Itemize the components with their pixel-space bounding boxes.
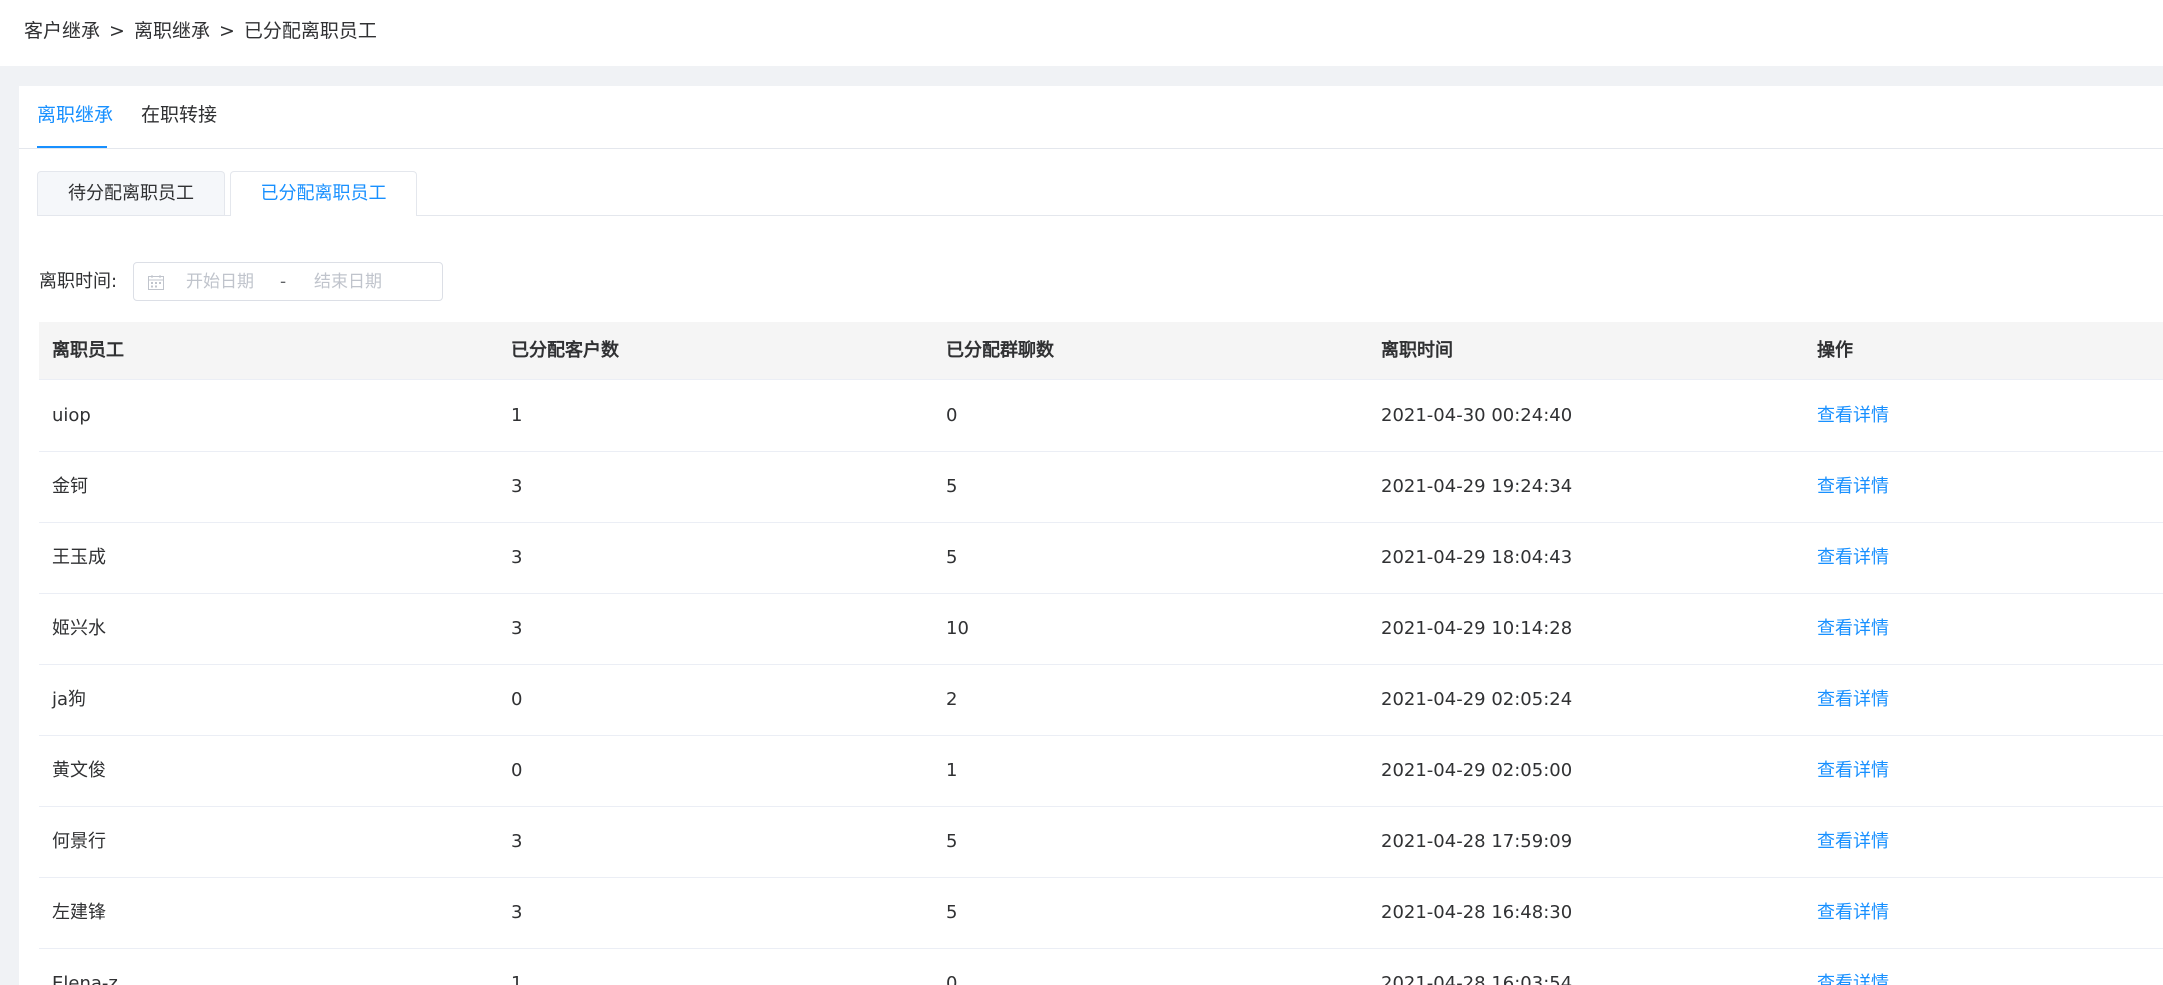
cell-resign-time: 2021-04-29 19:24:34 — [1381, 476, 1573, 497]
table-header: 离职员工 已分配客户数 已分配群聊数 离职时间 操作 — [39, 322, 2163, 380]
view-details-link[interactable]: 查看详情 — [1817, 877, 1889, 948]
cell-group-count: 2 — [946, 689, 958, 710]
cell-resign-time: 2021-04-28 16:03:54 — [1381, 973, 1573, 985]
cell-employee-name: ja狗 — [52, 689, 87, 710]
cell-resign-time: 2021-04-30 00:24:40 — [1381, 405, 1573, 426]
subtab-assigned-resigned-employees[interactable]: 已分配离职员工 — [230, 171, 417, 216]
column-header-employee: 离职员工 — [52, 340, 124, 361]
cell-customer-count: 3 — [511, 831, 523, 852]
column-header-customer-count: 已分配客户数 — [511, 340, 619, 361]
view-details-link[interactable]: 查看详情 — [1817, 451, 1889, 522]
cell-employee-name: 何景行 — [52, 831, 106, 852]
table-row: uiop 1 0 2021-04-30 00:24:40 查看详情 — [39, 380, 2163, 452]
cell-group-count: 0 — [946, 405, 958, 426]
table-row: 何景行 3 5 2021-04-28 17:59:09 查看详情 — [39, 806, 2163, 878]
cell-group-count: 5 — [946, 831, 958, 852]
main-tabs: 离职继承 在职转接 — [19, 86, 2163, 149]
start-date-input[interactable]: 开始日期 — [186, 271, 254, 293]
breadcrumb-separator: > — [218, 20, 235, 42]
cell-customer-count: 1 — [511, 405, 523, 426]
breadcrumb-item-resigned-inheritance[interactable]: 离职继承 — [134, 20, 210, 42]
cell-customer-count: 0 — [511, 760, 523, 781]
table-row: Elena-z 1 0 2021-04-28 16:03:54 查看详情 — [39, 948, 2163, 985]
view-details-link[interactable]: 查看详情 — [1817, 735, 1889, 806]
cell-resign-time: 2021-04-28 17:59:09 — [1381, 831, 1573, 852]
cell-employee-name: Elena-z — [52, 973, 118, 985]
active-tab-indicator — [37, 146, 107, 148]
breadcrumb-item-customer-inheritance[interactable]: 客户继承 — [24, 20, 100, 42]
view-details-link[interactable]: 查看详情 — [1817, 522, 1889, 593]
tab-on-job-transfer[interactable]: 在职转接 — [141, 102, 217, 128]
view-details-link[interactable]: 查看详情 — [1817, 806, 1889, 877]
cell-customer-count: 0 — [511, 689, 523, 710]
cell-customer-count: 3 — [511, 902, 523, 923]
cell-employee-name: 王玉成 — [52, 547, 106, 568]
view-details-link[interactable]: 查看详情 — [1817, 664, 1889, 735]
cell-resign-time: 2021-04-29 02:05:00 — [1381, 760, 1573, 781]
cell-employee-name: 黄文俊 — [52, 760, 106, 781]
subtab-unassigned-resigned-employees[interactable]: 待分配离职员工 — [37, 171, 225, 215]
cell-customer-count: 3 — [511, 476, 523, 497]
table-row: 姬兴水 3 10 2021-04-29 10:14:28 查看详情 — [39, 593, 2163, 665]
resign-date-range-picker[interactable]: 开始日期 - 结束日期 — [133, 262, 443, 301]
cell-group-count: 5 — [946, 902, 958, 923]
cell-group-count: 0 — [946, 973, 958, 985]
cell-group-count: 1 — [946, 760, 958, 781]
tab-resigned-inheritance[interactable]: 离职继承 — [37, 102, 113, 128]
table-row: 金钶 3 5 2021-04-29 19:24:34 查看详情 — [39, 451, 2163, 523]
end-date-input[interactable]: 结束日期 — [314, 271, 382, 293]
sub-tabs: 待分配离职员工 已分配离职员工 — [37, 171, 2163, 216]
cell-customer-count: 1 — [511, 973, 523, 985]
breadcrumb-item-current: 已分配离职员工 — [243, 20, 377, 42]
cell-resign-time: 2021-04-29 18:04:43 — [1381, 547, 1573, 568]
table-row: 黄文俊 0 1 2021-04-29 02:05:00 查看详情 — [39, 735, 2163, 807]
column-header-group-count: 已分配群聊数 — [946, 340, 1054, 361]
content-card: 离职继承 在职转接 待分配离职员工 已分配离职员工 离职时间: 开始日期 - 结… — [19, 86, 2163, 985]
breadcrumb-separator: > — [109, 20, 125, 42]
top-header: 客户继承 > 离职继承 > 已分配离职员工 — [0, 0, 2163, 66]
resign-time-label: 离职时间: — [39, 271, 118, 292]
cell-resign-time: 2021-04-29 10:14:28 — [1381, 618, 1573, 639]
cell-group-count: 10 — [946, 618, 969, 639]
view-details-link[interactable]: 查看详情 — [1817, 593, 1889, 664]
cell-employee-name: 姬兴水 — [52, 618, 106, 639]
cell-customer-count: 3 — [511, 618, 523, 639]
cell-group-count: 5 — [946, 547, 958, 568]
date-range-separator: - — [280, 272, 287, 292]
cell-resign-time: 2021-04-28 16:48:30 — [1381, 902, 1573, 923]
table-row: ja狗 0 2 2021-04-29 02:05:24 查看详情 — [39, 664, 2163, 736]
column-header-resign-time: 离职时间 — [1381, 340, 1453, 361]
column-header-actions: 操作 — [1817, 340, 1853, 361]
table-row: 王玉成 3 5 2021-04-29 18:04:43 查看详情 — [39, 522, 2163, 594]
cell-resign-time: 2021-04-29 02:05:24 — [1381, 689, 1573, 710]
assigned-resigned-employees-table: 离职员工 已分配客户数 已分配群聊数 离职时间 操作 uiop 1 0 2021… — [39, 322, 2163, 985]
cell-customer-count: 3 — [511, 547, 523, 568]
cell-group-count: 5 — [946, 476, 958, 497]
breadcrumb: 客户继承 > 离职继承 > 已分配离职员工 — [24, 18, 377, 44]
view-details-link[interactable]: 查看详情 — [1817, 380, 1889, 451]
calendar-icon — [148, 275, 164, 290]
cell-employee-name: 金钶 — [52, 476, 88, 497]
cell-employee-name: uiop — [52, 405, 91, 426]
view-details-link[interactable]: 查看详情 — [1817, 948, 1889, 985]
cell-employee-name: 左建锋 — [52, 902, 106, 923]
table-row: 左建锋 3 5 2021-04-28 16:48:30 查看详情 — [39, 877, 2163, 949]
